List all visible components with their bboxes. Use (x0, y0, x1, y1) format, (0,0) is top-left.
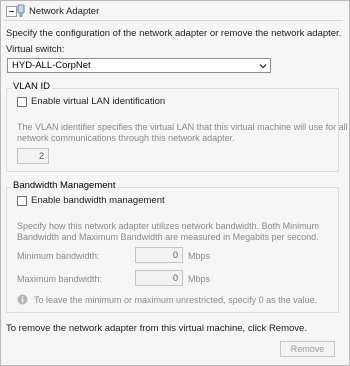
max-bandwidth-label: Maximum bandwidth: (17, 274, 103, 284)
vlan-help-line1: The VLAN identifier specifies the virtua… (17, 122, 348, 132)
vlan-group-title: VLAN ID (11, 81, 52, 92)
virtual-switch-select[interactable]: HYD-ALL-CorpNet (7, 58, 271, 73)
enable-vlan-checkbox[interactable] (17, 97, 27, 107)
enable-vlan-label[interactable]: Enable virtual LAN identification (31, 96, 165, 107)
network-adapter-icon (17, 4, 25, 17)
bandwidth-group-title: Bandwidth Management (11, 180, 118, 191)
enable-bandwidth-checkbox[interactable] (17, 196, 27, 206)
remove-instruction: To remove the network adapter from this … (6, 323, 307, 334)
max-bandwidth-unit: Mbps (188, 274, 211, 284)
enable-bandwidth-label[interactable]: Enable bandwidth management (31, 195, 165, 206)
min-bandwidth-unit: Mbps (188, 251, 211, 261)
section-title: Network Adapter (29, 6, 100, 17)
vlan-help-line2: network communications through this netw… (17, 133, 235, 143)
section-header[interactable]: Network Adapter (3, 3, 343, 21)
max-bandwidth-input[interactable]: 0 (135, 270, 183, 286)
bandwidth-help-line2: Bandwidth and Maximum Bandwidth are meas… (17, 232, 319, 242)
bandwidth-help-line1: Specify how this network adapter utilize… (17, 221, 320, 231)
virtual-switch-label: Virtual switch: (6, 44, 65, 55)
remove-button[interactable]: Remove (280, 341, 335, 357)
chevron-down-icon[interactable] (259, 62, 267, 70)
description-text: Specify the configuration of the network… (6, 28, 342, 39)
network-adapter-panel: Network Adapter Specify the configuratio… (0, 0, 350, 366)
virtual-switch-value: HYD-ALL-CorpNet (12, 60, 91, 71)
min-bandwidth-label: Minimum bandwidth: (17, 251, 100, 261)
vlan-id-input[interactable]: 2 (17, 148, 49, 164)
min-bandwidth-input[interactable]: 0 (135, 247, 183, 263)
info-icon (17, 294, 28, 305)
bandwidth-info-text: To leave the minimum or maximum unrestri… (34, 295, 318, 305)
